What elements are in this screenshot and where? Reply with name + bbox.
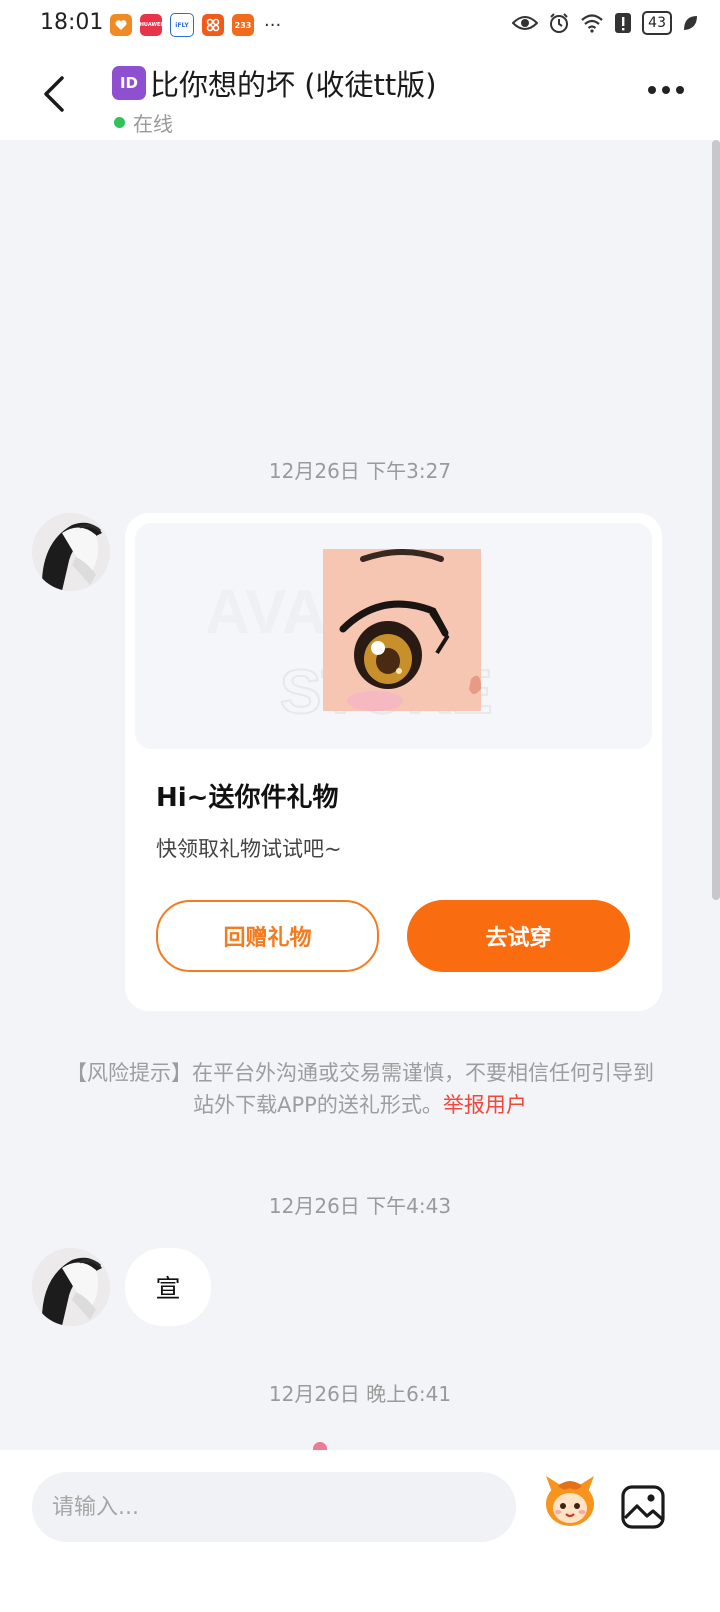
- scrollbar[interactable]: [712, 140, 720, 900]
- gift-message-card[interactable]: AVATAR STORE Hi~送你件礼物 快领取礼物试试吧~ 回赠礼物 去试穿: [125, 513, 662, 1011]
- battery-indicator: 43: [642, 11, 672, 35]
- return-gift-button[interactable]: 回赠礼物: [156, 900, 379, 972]
- try-on-button[interactable]: 去试穿: [407, 900, 630, 972]
- back-button[interactable]: [36, 72, 76, 116]
- risk-notice: 【风险提示】在平台外沟通或交易需谨慎，不要相信任何引导到站外下载APP的送礼形式…: [60, 1057, 660, 1121]
- gift-banner: AVATAR STORE: [135, 523, 652, 749]
- eye-icon: [512, 16, 539, 30]
- status-time: 18:01: [40, 10, 104, 35]
- status-bar: 18:01 HUAWEI iFLY 233 ··· 43: [0, 0, 720, 48]
- image-icon: [621, 1485, 665, 1529]
- chat-title-area[interactable]: ID 比你想的坏 (收徒tt版) 在线: [112, 62, 437, 137]
- send-image-button[interactable]: [620, 1484, 666, 1530]
- dot-icon: [662, 86, 670, 94]
- alarm-icon: [550, 13, 569, 33]
- status-app-icons: HUAWEI iFLY 233 ···: [110, 13, 281, 37]
- report-user-link[interactable]: 举报用户: [443, 1093, 527, 1117]
- alert-icon: [615, 13, 632, 33]
- online-status: 在线: [133, 112, 173, 136]
- message-timestamp: 12月26日 下午3:27: [268, 459, 452, 483]
- ifly-app-icon: iFLY: [170, 13, 194, 37]
- chat-title: 比你想的坏 (收徒tt版): [150, 68, 437, 102]
- gift-title: Hi~送你件礼物: [156, 783, 339, 813]
- chevron-left-icon: [44, 76, 64, 112]
- sticker-button[interactable]: [540, 1470, 600, 1530]
- more-notifications-icon: ···: [264, 14, 282, 36]
- 233-app-icon: 233: [232, 14, 254, 36]
- partial-message-edge: [313, 1442, 327, 1450]
- leaf-icon: [684, 16, 697, 30]
- more-options-button[interactable]: [648, 86, 684, 94]
- dot-icon: [648, 86, 656, 94]
- heart-app-icon: [110, 14, 132, 36]
- message-timestamp: 12月26日 晚上6:41: [268, 1382, 452, 1406]
- dot-icon: [676, 86, 684, 94]
- risk-notice-text: 【风险提示】在平台外沟通或交易需谨慎，不要相信任何引导到站外下载APP的送礼形式…: [66, 1061, 654, 1117]
- gift-subtitle: 快领取礼物试试吧~: [156, 837, 342, 861]
- grid-app-icon: [202, 14, 224, 36]
- id-badge-icon: ID: [112, 66, 146, 100]
- mascot-sticker-icon: [546, 1476, 594, 1526]
- message-input[interactable]: [32, 1472, 516, 1542]
- sender-avatar[interactable]: [32, 513, 110, 591]
- chat-header: ID 比你想的坏 (收徒tt版) 在线: [0, 48, 720, 140]
- huawei-app-icon: HUAWEI: [140, 14, 162, 36]
- input-bar: [0, 1450, 720, 1612]
- status-indicators: 43: [512, 11, 698, 35]
- wifi-icon: [581, 14, 603, 33]
- message-bubble[interactable]: 宣: [125, 1248, 211, 1326]
- gift-preview-image: [323, 549, 481, 711]
- message-timestamp: 12月26日 下午4:43: [268, 1194, 452, 1218]
- online-dot-icon: [114, 117, 125, 128]
- sender-avatar[interactable]: [32, 1248, 110, 1326]
